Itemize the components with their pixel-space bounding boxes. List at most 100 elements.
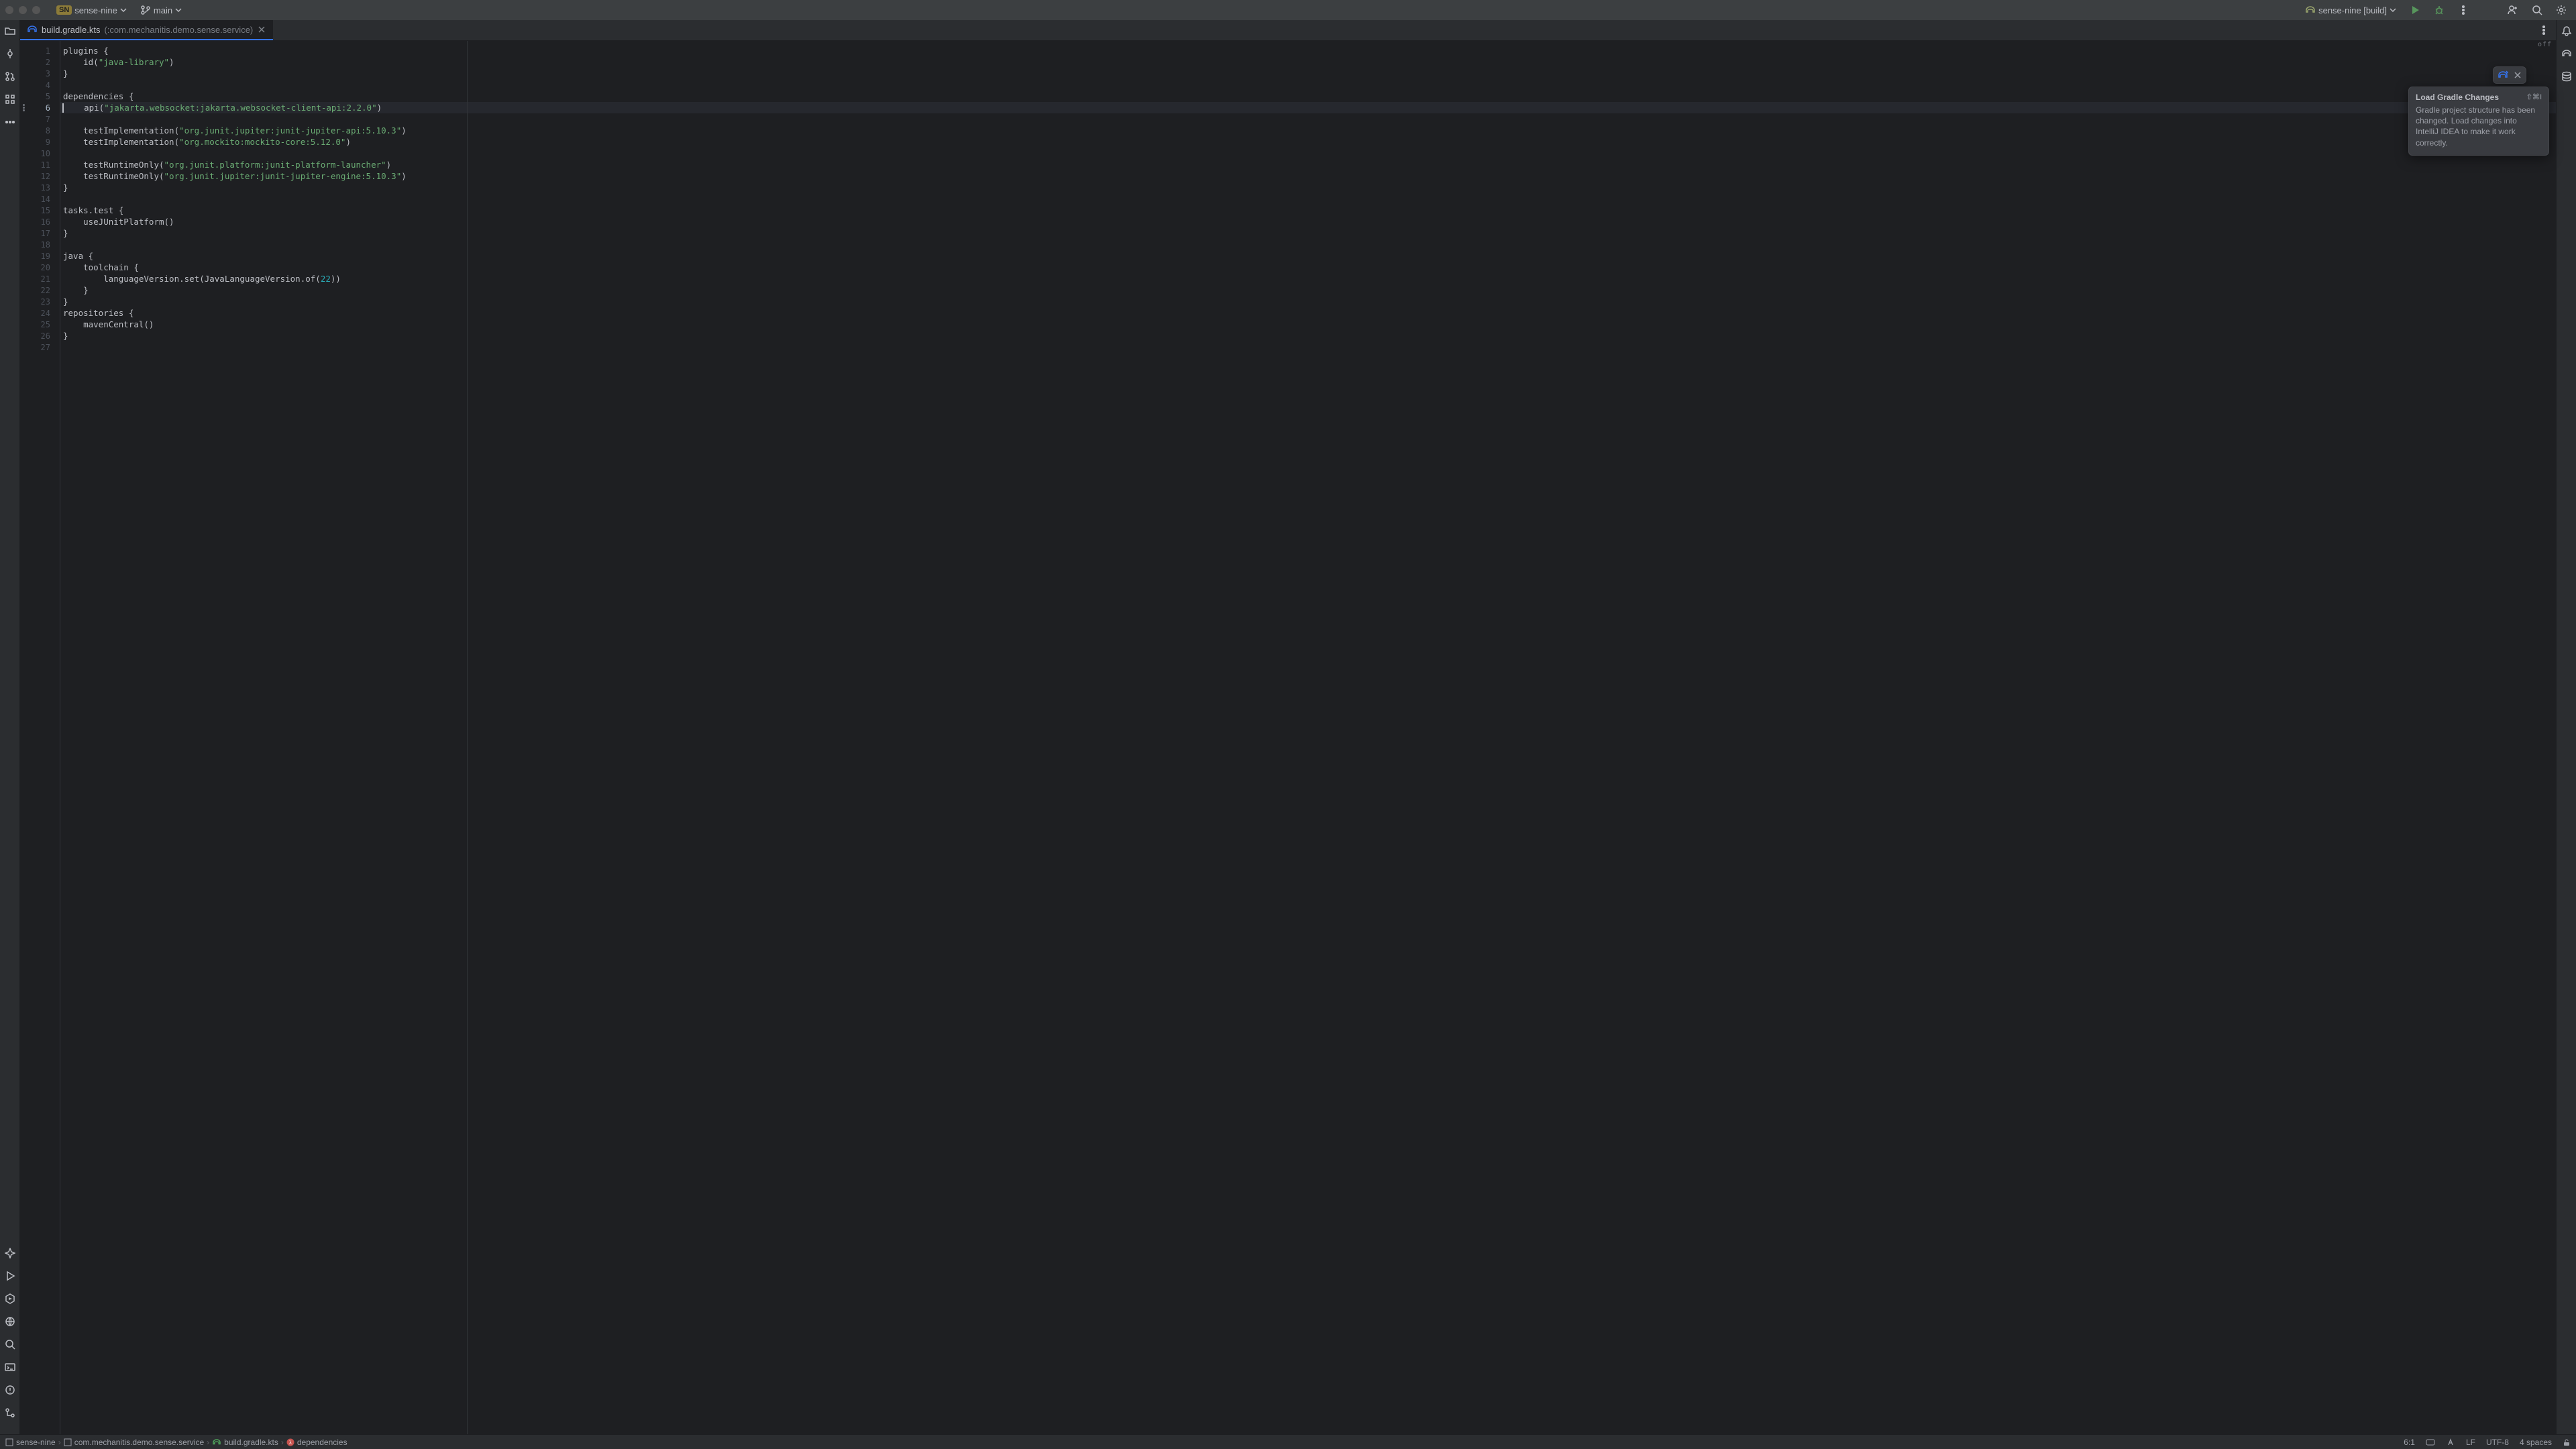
project-badge: SN bbox=[56, 5, 72, 15]
code-line: testRuntimeOnly("org.junit.jupiter:junit… bbox=[60, 170, 2556, 182]
code-line: } bbox=[60, 284, 2556, 296]
gradle-kts-icon bbox=[27, 24, 38, 35]
lock-open-icon bbox=[2563, 1438, 2571, 1446]
code-with-me-button[interactable] bbox=[2504, 3, 2522, 17]
code-line: } bbox=[60, 68, 2556, 79]
caret-position[interactable]: 6:1 bbox=[2398, 1438, 2420, 1447]
line-separator[interactable]: LF bbox=[2461, 1438, 2481, 1447]
problems-tool-button[interactable] bbox=[5, 1385, 15, 1395]
gutter-line: 18 bbox=[20, 239, 60, 250]
breadcrumb-item[interactable]: λ dependencies bbox=[286, 1438, 347, 1447]
right-tool-strip bbox=[2556, 20, 2576, 1434]
readonly-toggle[interactable] bbox=[2557, 1438, 2576, 1446]
settings-button[interactable] bbox=[2552, 3, 2571, 17]
gutter-line: 3 bbox=[20, 68, 60, 79]
load-gradle-tooltip: Load Gradle Changes ⇧⌘I Gradle project s… bbox=[2408, 87, 2549, 156]
close-pill-button[interactable] bbox=[2514, 71, 2522, 79]
branch-name: main bbox=[154, 5, 172, 15]
folder-icon bbox=[5, 25, 15, 36]
elephant-refresh-icon bbox=[2498, 70, 2508, 80]
code-line: toolchain { bbox=[60, 262, 2556, 273]
project-tool-button[interactable] bbox=[5, 25, 15, 36]
search-icon bbox=[5, 1339, 15, 1350]
code-area[interactable]: plugins { id("java-library") } dependenc… bbox=[60, 41, 2556, 1434]
play-icon bbox=[2410, 5, 2420, 15]
code-line: } bbox=[60, 182, 2556, 193]
close-window-icon[interactable] bbox=[5, 6, 13, 14]
endpoints-tool-button[interactable] bbox=[5, 1316, 15, 1327]
gutter-line: 19 bbox=[20, 250, 60, 262]
elephant-icon bbox=[2561, 48, 2572, 59]
run-button[interactable] bbox=[2406, 3, 2424, 17]
breadcrumb-item[interactable]: com.mechanitis.demo.sense.service bbox=[64, 1438, 204, 1447]
indent-settings[interactable]: 4 spaces bbox=[2514, 1438, 2557, 1447]
database-tool-button[interactable] bbox=[2561, 71, 2572, 82]
code-line bbox=[60, 79, 2556, 91]
breadcrumb-item[interactable]: sense-nine bbox=[5, 1438, 56, 1447]
notifications-tool-button[interactable] bbox=[2561, 25, 2572, 36]
hex-play-icon bbox=[5, 1293, 15, 1304]
presentation-assistant-button[interactable] bbox=[2420, 1438, 2440, 1447]
load-gradle-changes-pill[interactable] bbox=[2493, 66, 2526, 84]
minimize-window-icon[interactable] bbox=[19, 6, 27, 14]
chevron-right-icon: › bbox=[58, 1438, 61, 1447]
code-line: api("jakarta.websocket:jakarta.websocket… bbox=[60, 102, 2556, 113]
vcs-tool-button[interactable] bbox=[5, 1407, 15, 1418]
globe-icon bbox=[5, 1316, 15, 1327]
editor-tabs: build.gradle.kts (:com.mechanitis.demo.s… bbox=[20, 20, 2556, 41]
gutter-line: 17 bbox=[20, 227, 60, 239]
structure-tool-button[interactable] bbox=[5, 94, 15, 105]
breadcrumb[interactable]: sense-nine › com.mechanitis.demo.sense.s… bbox=[0, 1438, 347, 1447]
bell-icon bbox=[2561, 25, 2572, 36]
search-everywhere-button[interactable] bbox=[2528, 3, 2546, 17]
project-selector[interactable]: SN sense-nine bbox=[52, 4, 131, 17]
ai-status-button[interactable] bbox=[2440, 1438, 2461, 1447]
play-outline-icon bbox=[5, 1271, 15, 1281]
terminal-tool-button[interactable] bbox=[5, 1362, 15, 1373]
commit-tool-button[interactable] bbox=[5, 48, 15, 59]
pull-requests-tool-button[interactable] bbox=[5, 71, 15, 82]
keycap-icon bbox=[2426, 1438, 2435, 1447]
tab-kebab-icon[interactable] bbox=[2538, 25, 2549, 36]
more-actions-button[interactable] bbox=[2454, 3, 2473, 17]
gutter-line: 12 bbox=[20, 170, 60, 182]
run-tool-button[interactable] bbox=[5, 1271, 15, 1281]
close-tab-button[interactable] bbox=[257, 25, 266, 34]
find-tool-button[interactable] bbox=[5, 1339, 15, 1350]
gradle-kts-icon bbox=[212, 1438, 221, 1447]
breadcrumb-item[interactable]: build.gradle.kts bbox=[212, 1438, 278, 1447]
chevron-down-icon bbox=[175, 7, 182, 13]
tab-qualifier: (:com.mechanitis.demo.sense.service) bbox=[104, 25, 253, 35]
bug-icon bbox=[2434, 5, 2445, 15]
services-tool-button[interactable] bbox=[5, 1293, 15, 1304]
lambda-icon: λ bbox=[286, 1438, 294, 1446]
zoom-window-icon[interactable] bbox=[32, 6, 40, 14]
pull-request-icon bbox=[5, 71, 15, 82]
gutter-line: 23 bbox=[20, 296, 60, 307]
vcs-change-marker[interactable] bbox=[23, 104, 25, 111]
editor[interactable]: off 1 2 3 4 5 6 7 8 9 10 11 12 13 14 bbox=[20, 41, 2556, 1434]
titlebar: SN sense-nine main sense-nine [build] bbox=[0, 0, 2576, 20]
git-branch-selector[interactable]: main bbox=[136, 3, 186, 17]
gutter-line: 16 bbox=[20, 216, 60, 227]
kebab-icon bbox=[2458, 5, 2469, 15]
gradle-tool-button[interactable] bbox=[2561, 48, 2572, 59]
chevron-right-icon: › bbox=[281, 1438, 284, 1447]
file-encoding[interactable]: UTF-8 bbox=[2481, 1438, 2514, 1447]
tooltip-body: Gradle project structure has been change… bbox=[2416, 105, 2542, 148]
gutter-line: 22 bbox=[20, 284, 60, 296]
ellipsis-icon bbox=[5, 117, 15, 127]
tooltip-title: Load Gradle Changes bbox=[2416, 93, 2499, 102]
code-line bbox=[60, 148, 2556, 159]
debug-button[interactable] bbox=[2430, 3, 2449, 17]
editor-gutter[interactable]: 1 2 3 4 5 6 7 8 9 10 11 12 13 14 15 16 1 bbox=[20, 41, 60, 1434]
code-line: } bbox=[60, 227, 2556, 239]
code-line bbox=[60, 193, 2556, 205]
editor-tab-active[interactable]: build.gradle.kts (:com.mechanitis.demo.s… bbox=[20, 20, 273, 40]
chevron-down-icon bbox=[2390, 7, 2396, 13]
ai-tool-button[interactable] bbox=[5, 1248, 15, 1258]
tab-filename: build.gradle.kts bbox=[42, 25, 100, 35]
run-config-selector[interactable]: sense-nine [build] bbox=[2301, 3, 2400, 17]
search-icon bbox=[2532, 5, 2542, 15]
more-tools-button[interactable] bbox=[5, 117, 15, 127]
